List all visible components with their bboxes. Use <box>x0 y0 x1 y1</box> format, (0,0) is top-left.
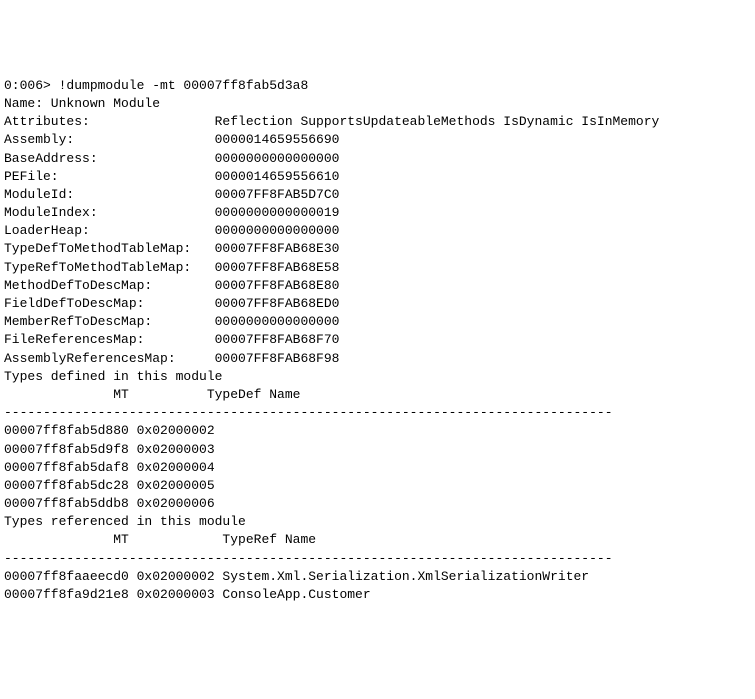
type-defined-row: 00007ff8fab5d880 0x02000002 <box>4 422 755 440</box>
module-field: FileReferencesMap: 00007FF8FAB68F70 <box>4 331 755 349</box>
type-defined-row: 00007ff8fab5daf8 0x02000004 <box>4 459 755 477</box>
types-defined-columns: MT TypeDef Name <box>4 386 755 404</box>
types-referenced-header: Types referenced in this module <box>4 513 755 531</box>
module-field: ModuleId: 00007FF8FAB5D7C0 <box>4 186 755 204</box>
separator: ----------------------------------------… <box>4 550 755 568</box>
module-field: LoaderHeap: 0000000000000000 <box>4 222 755 240</box>
module-field: FieldDefToDescMap: 00007FF8FAB68ED0 <box>4 295 755 313</box>
types-defined-header: Types defined in this module <box>4 368 755 386</box>
type-defined-row: 00007ff8fab5dc28 0x02000005 <box>4 477 755 495</box>
module-field: AssemblyReferencesMap: 00007FF8FAB68F98 <box>4 350 755 368</box>
command-line: 0:006> !dumpmodule -mt 00007ff8fab5d3a8 <box>4 77 755 95</box>
separator: ----------------------------------------… <box>4 404 755 422</box>
module-field: TypeRefToMethodTableMap: 00007FF8FAB68E5… <box>4 259 755 277</box>
module-field: MethodDefToDescMap: 00007FF8FAB68E80 <box>4 277 755 295</box>
module-name: Name: Unknown Module <box>4 95 755 113</box>
module-field: Assembly: 0000014659556690 <box>4 131 755 149</box>
type-referenced-row: 00007ff8fa9d21e8 0x02000003 ConsoleApp.C… <box>4 586 755 604</box>
module-field: BaseAddress: 0000000000000000 <box>4 150 755 168</box>
type-defined-row: 00007ff8fab5ddb8 0x02000006 <box>4 495 755 513</box>
module-field: MemberRefToDescMap: 0000000000000000 <box>4 313 755 331</box>
types-referenced-columns: MT TypeRef Name <box>4 531 755 549</box>
type-defined-row: 00007ff8fab5d9f8 0x02000003 <box>4 441 755 459</box>
module-field: PEFile: 0000014659556610 <box>4 168 755 186</box>
module-attributes: Attributes: Reflection SupportsUpdateabl… <box>4 113 755 131</box>
module-field: TypeDefToMethodTableMap: 00007FF8FAB68E3… <box>4 240 755 258</box>
type-referenced-row: 00007ff8faaeecd0 0x02000002 System.Xml.S… <box>4 568 755 586</box>
debugger-output: 0:006> !dumpmodule -mt 00007ff8fab5d3a8N… <box>4 77 755 604</box>
module-field: ModuleIndex: 0000000000000019 <box>4 204 755 222</box>
